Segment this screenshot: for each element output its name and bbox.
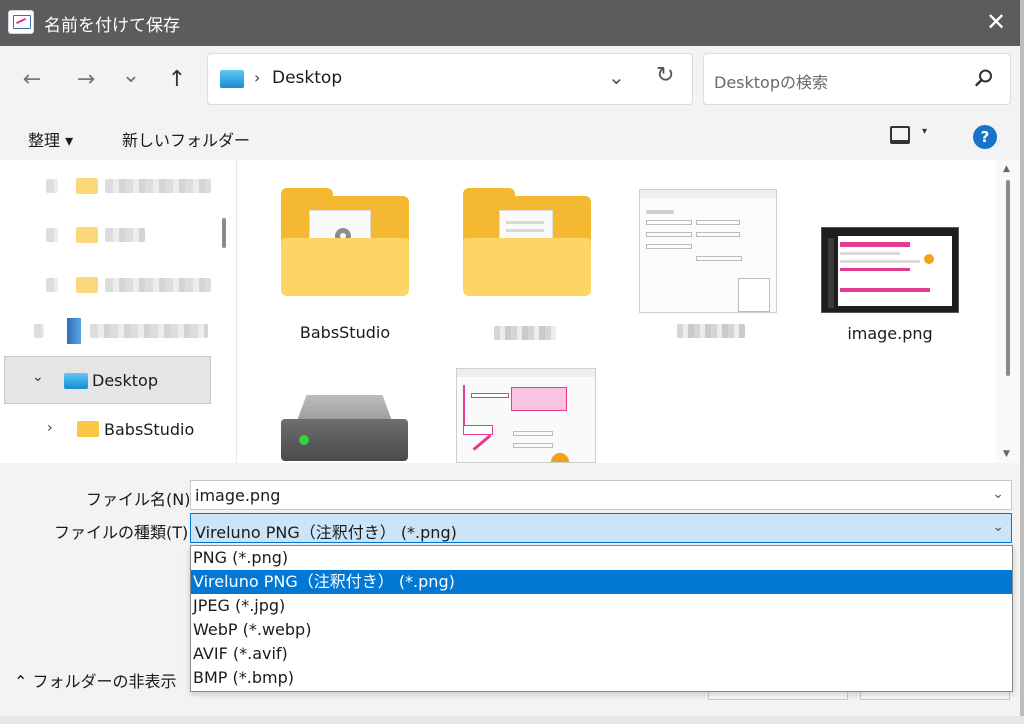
desktop-icon (220, 70, 244, 88)
filename-dropdown-icon[interactable]: ⌄ (992, 486, 1004, 502)
item-label[interactable]: image.png (810, 324, 970, 343)
filetype-option-selected[interactable]: Vireluno PNG（注釈付き） (*.png) (191, 570, 1012, 594)
item-label[interactable]: BabsStudio (265, 323, 425, 342)
filename-field[interactable]: image.png ⌄ (190, 480, 1012, 510)
window-border (1020, 0, 1024, 724)
recent-locations-icon[interactable]: ⌄ (117, 62, 145, 90)
image-thumbnail[interactable] (639, 189, 777, 313)
search-box[interactable]: Desktopの検索 (703, 53, 1011, 105)
redacted-item (34, 324, 44, 338)
scroll-down-icon[interactable]: ▼ (1003, 449, 1010, 459)
redacted-item (105, 179, 211, 193)
sidebar-item-babsstudio[interactable]: BabsStudio (104, 420, 194, 439)
redacted-item (46, 179, 58, 193)
window-title: 名前を付けて保存 (44, 16, 180, 36)
filetype-label: ファイルの種類(T): (54, 523, 194, 542)
refresh-icon[interactable]: ↻ (656, 63, 674, 88)
image-thumbnail[interactable] (456, 368, 596, 463)
filetype-dropdown-icon[interactable]: ⌄ (992, 519, 1004, 535)
folder-front (463, 238, 591, 296)
folder-item-babsstudio[interactable] (281, 188, 409, 296)
filename-label: ファイル名(N): (86, 490, 196, 509)
status-light-icon (299, 435, 309, 445)
filetype-option[interactable]: PNG (*.png) (191, 546, 1012, 570)
command-bar: 整理 ▾ 新しいフォルダー ▾ ? (0, 114, 1024, 160)
address-bar[interactable]: › Desktop ⌄ ↻ (207, 53, 693, 105)
filetype-option[interactable]: WebP (*.webp) (191, 618, 1012, 642)
expand-chevron-icon[interactable]: ⌄ (32, 369, 44, 385)
folder-icon (76, 178, 98, 194)
view-mode-icon[interactable] (890, 126, 910, 144)
breadcrumb-desktop[interactable]: Desktop (272, 68, 342, 88)
folder-icon (76, 227, 98, 243)
close-icon[interactable]: ✕ (982, 8, 1010, 36)
sidebar-scrollbar[interactable] (222, 218, 226, 248)
window-border (0, 716, 1024, 724)
drive-item[interactable] (281, 395, 408, 463)
scroll-up-icon[interactable]: ▲ (1003, 164, 1010, 174)
filetype-option[interactable]: AVIF (*.avif) (191, 642, 1012, 666)
breadcrumb-chevron-icon[interactable]: › (254, 68, 260, 87)
redacted-item (46, 278, 58, 292)
filename-value[interactable]: image.png (195, 486, 280, 505)
filetype-option[interactable]: JPEG (*.jpg) (191, 594, 1012, 618)
scrollbar-thumb[interactable] (1006, 180, 1010, 376)
desktop-icon (64, 373, 88, 389)
address-dropdown-icon[interactable]: ⌄ (608, 65, 625, 89)
hide-folders-button[interactable]: ⌃ フォルダーの非表示 (14, 668, 177, 692)
search-placeholder[interactable]: Desktopの検索 (714, 69, 828, 93)
sidebar-item-label: Desktop (92, 371, 158, 390)
back-icon[interactable]: ← (18, 66, 46, 94)
collapse-chevron-icon[interactable]: › (47, 420, 53, 436)
filetype-select[interactable]: Vireluno PNG（注釈付き） (*.png) ⌄ (190, 513, 1012, 543)
forward-icon[interactable]: → (72, 66, 100, 94)
help-icon[interactable]: ? (973, 125, 997, 149)
organize-button[interactable]: 整理 ▾ (28, 127, 73, 151)
search-icon[interactable] (974, 68, 994, 88)
title-bar: 名前を付けて保存 ✕ (0, 0, 1024, 46)
navigation-bar: ← → ⌄ ↑ › Desktop ⌄ ↻ Desktopの検索 (0, 46, 1024, 114)
folder-icon (77, 421, 99, 437)
filetype-option[interactable]: BMP (*.bmp) (191, 666, 1012, 690)
filetype-dropdown-list: PNG (*.png) Vireluno PNG（注釈付き） (*.png) J… (190, 545, 1013, 692)
redacted-label (494, 326, 556, 340)
view-mode-dropdown-icon[interactable]: ▾ (922, 126, 927, 137)
navigation-pane (0, 160, 237, 463)
redacted-item (46, 228, 58, 242)
redacted-item (105, 228, 145, 242)
drive-icon (67, 318, 81, 344)
image-thumbnail[interactable] (821, 227, 959, 313)
redacted-item (90, 324, 208, 338)
redacted-label (677, 324, 745, 338)
filetype-value[interactable]: Vireluno PNG（注釈付き） (*.png) (195, 519, 457, 543)
redacted-item (105, 278, 211, 292)
new-folder-button[interactable]: 新しいフォルダー (122, 127, 250, 151)
up-icon[interactable]: ↑ (163, 66, 191, 94)
folder-icon (76, 277, 98, 293)
app-icon (8, 10, 34, 34)
folder-front (281, 238, 409, 296)
folder-item[interactable] (463, 188, 591, 296)
